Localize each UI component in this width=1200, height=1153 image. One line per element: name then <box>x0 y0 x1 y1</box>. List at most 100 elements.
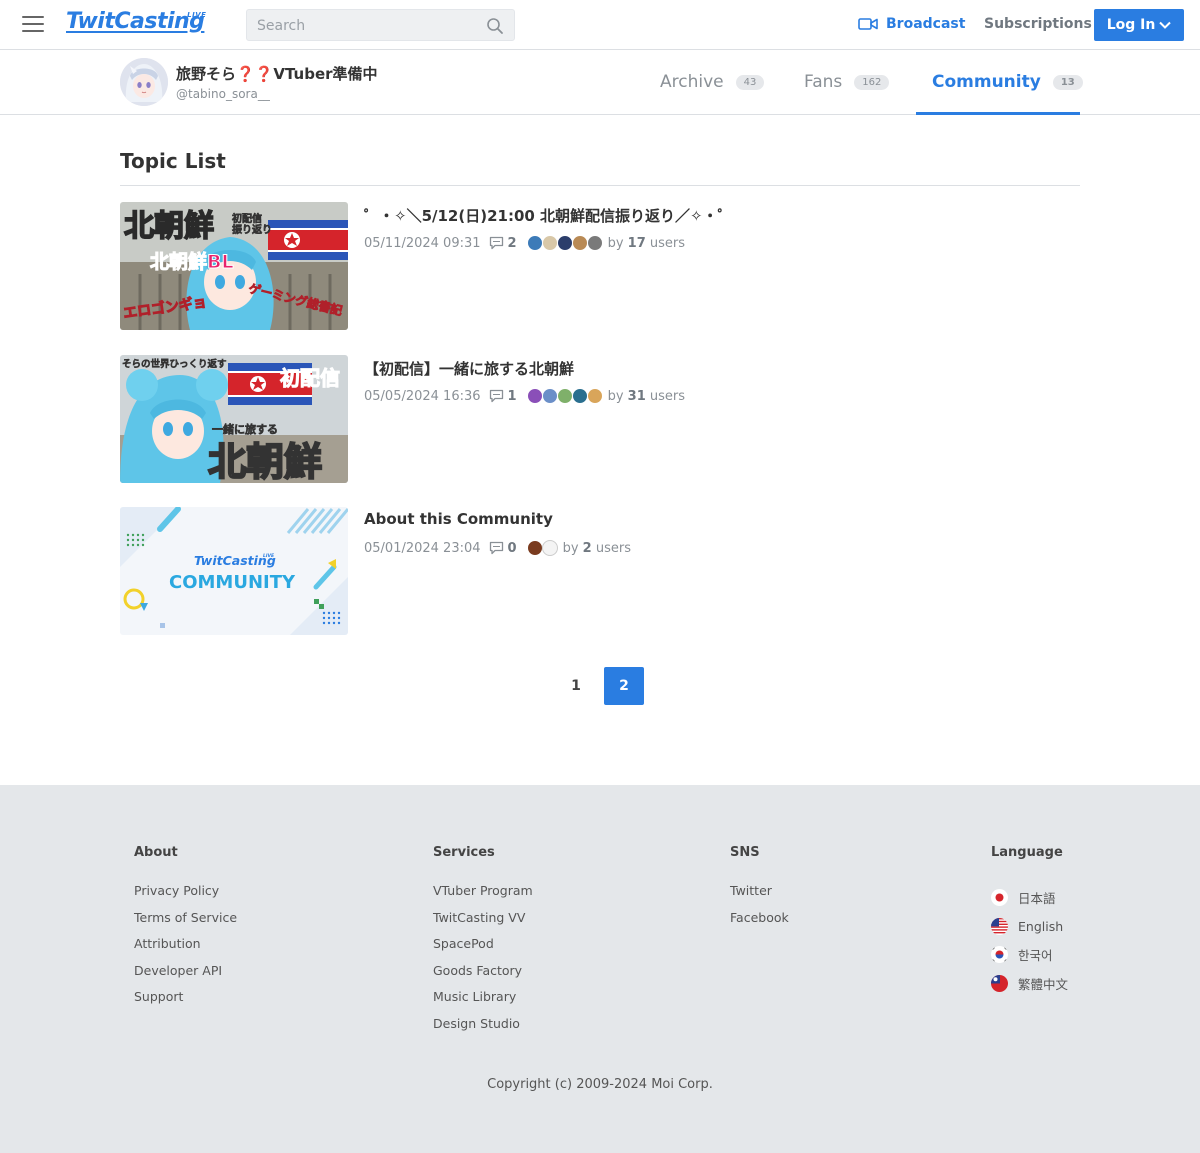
footer-heading: About <box>134 845 178 860</box>
footer-link-goods-factory[interactable]: Goods Factory <box>433 963 533 990</box>
taiwan-flag-icon <box>991 974 1008 992</box>
comment-count: 1 <box>489 389 517 404</box>
tab-community[interactable]: Community 13 <box>916 50 1083 115</box>
users-count: 31 <box>627 388 646 404</box>
footer-link-privacy-policy[interactable]: Privacy Policy <box>134 883 237 910</box>
users-count: 2 <box>582 540 592 556</box>
search-input[interactable] <box>257 16 477 36</box>
language-label: 繁體中文 <box>1018 976 1069 992</box>
topic-title[interactable]: ゜・✧＼5/12(日)21:00 北朝鮮配信振り返り／✧・゜ <box>364 205 733 226</box>
subscriptions-link[interactable]: Subscriptions <box>984 16 1092 32</box>
footer: About Privacy Policy Terms of Service At… <box>0 785 1200 1153</box>
topic-title[interactable]: About this Community <box>364 510 553 528</box>
footer-link-vtuber-program[interactable]: VTuber Program <box>433 883 533 910</box>
copyright: Copyright (c) 2009-2024 Moi Corp. <box>487 1077 713 1092</box>
language-option-traditional-chinese[interactable]: 繁體中文 <box>991 969 1068 998</box>
footer-link-music-library[interactable]: Music Library <box>433 989 533 1016</box>
avatar <box>571 235 588 251</box>
by-label: by <box>607 388 624 404</box>
footer-heading: Services <box>433 845 495 860</box>
topic-item[interactable]: そらの世界ひっくり返す 初配信 一緒に旅する 北朝鮮 【初配信】一緒に旅する北朝… <box>120 355 1080 483</box>
avatar <box>586 388 603 404</box>
language-option-japanese[interactable]: 日本語 <box>991 883 1068 912</box>
participants-summary: by 31 users <box>608 389 685 404</box>
footer-link-attribution[interactable]: Attribution <box>134 936 237 963</box>
topic-thumbnail[interactable]: 北朝鮮 初配信 振り返り 北朝鮮BL エロゴンギョ ゲーミング総書記 <box>120 202 348 330</box>
topic-thumbnail[interactable]: TwitCasting LIVE COMMUNITY <box>120 507 348 635</box>
login-button[interactable]: Log In <box>1094 9 1184 41</box>
footer-link-spacepod[interactable]: SpacePod <box>433 936 533 963</box>
topic-meta: 05/05/2024 16:36 1 by 31 users <box>364 388 685 404</box>
tab-archive[interactable]: Archive 43 <box>660 50 765 114</box>
comment-icon <box>489 389 503 403</box>
topic-item[interactable]: TwitCasting LIVE COMMUNITY About this Co… <box>120 507 1080 635</box>
thumb-text: 北朝鮮 <box>124 209 214 244</box>
comment-icon <box>489 236 503 250</box>
footer-link-twitcasting-vv[interactable]: TwitCasting VV <box>433 910 533 937</box>
thumb-text: 振り返り <box>232 223 272 236</box>
avatar <box>526 540 543 556</box>
language-label: 한국어 <box>1018 948 1053 964</box>
topic-thumbnail[interactable]: そらの世界ひっくり返す 初配信 一緒に旅する 北朝鮮 <box>120 355 348 483</box>
japan-flag-icon <box>991 888 1008 906</box>
pagination-page-1[interactable]: 1 <box>556 667 596 705</box>
thumb-text: LIVE <box>263 553 275 559</box>
users-label: users <box>649 235 686 251</box>
pagination-page-2[interactable]: 2 <box>604 667 644 705</box>
topic-item[interactable]: 北朝鮮 初配信 振り返り 北朝鮮BL エロゴンギョ ゲーミング総書記 ゜・✧＼5… <box>120 202 1080 330</box>
users-label: users <box>649 388 686 404</box>
footer-link-twitter[interactable]: Twitter <box>730 883 789 910</box>
chevron-down-icon <box>1159 21 1172 29</box>
footer-link-design-studio[interactable]: Design Studio <box>433 1016 533 1043</box>
login-label: Log In <box>1106 17 1156 33</box>
participant-avatars <box>526 540 558 556</box>
footer-sns-column: SNS Twitter Facebook <box>730 845 789 936</box>
thumb-text: 北朝鮮 <box>208 440 322 483</box>
thumb-text: 一緒に旅する <box>212 422 278 436</box>
thumb-text: COMMUNITY <box>169 572 296 593</box>
search-icon[interactable] <box>486 17 504 35</box>
comment-count: 2 <box>489 236 517 251</box>
language-label: 日本語 <box>1018 890 1056 906</box>
language-option-english[interactable]: English <box>991 912 1068 941</box>
avatar[interactable] <box>120 58 168 106</box>
menu-icon[interactable] <box>22 16 44 34</box>
language-option-korean[interactable]: 한국어 <box>991 940 1068 969</box>
by-label: by <box>562 540 579 556</box>
tab-community-label: Community <box>932 72 1041 92</box>
avatar <box>571 388 588 404</box>
topic-meta: 05/11/2024 09:31 2 by 17 users <box>364 235 685 251</box>
thumb-text: 初配信 <box>280 366 340 390</box>
footer-link-developer-api[interactable]: Developer API <box>134 963 237 990</box>
users-label: users <box>595 540 631 556</box>
profile-handle: @tabino_sora__ <box>176 87 270 101</box>
participant-avatars <box>526 388 603 404</box>
profile-bar: 旅野そら❓❓VTuber準備中 @tabino_sora__ Archive 4… <box>0 50 1200 115</box>
topic-title[interactable]: 【初配信】一緒に旅する北朝鮮 <box>364 358 574 379</box>
thumb-text: そらの世界ひっくり返す <box>122 358 227 370</box>
footer-link-terms[interactable]: Terms of Service <box>134 910 237 937</box>
participants-summary: by 17 users <box>608 236 685 251</box>
tab-community-count: 13 <box>1052 74 1083 90</box>
footer-services-column: Services VTuber Program TwitCasting VV S… <box>433 845 533 1042</box>
comment-count-value: 0 <box>507 540 517 556</box>
divider <box>120 185 1080 186</box>
avatar <box>556 235 573 251</box>
avatar <box>541 388 558 404</box>
footer-link-support[interactable]: Support <box>134 989 237 1016</box>
footer-language-column: Language 日本語 English 한국어 繁體中文 <box>991 845 1068 998</box>
participants-summary: by 2 users <box>563 541 631 556</box>
video-camera-icon <box>858 18 878 30</box>
avatar <box>526 235 543 251</box>
footer-about-column: About Privacy Policy Terms of Service At… <box>134 845 237 1016</box>
footer-link-facebook[interactable]: Facebook <box>730 910 789 937</box>
broadcast-button[interactable]: Broadcast <box>858 16 965 32</box>
topic-meta: 05/01/2024 23:04 0 by 2 users <box>364 540 631 556</box>
twitcasting-logo[interactable]: TwitCasting LIVE <box>66 9 206 34</box>
comment-count: 0 <box>489 541 517 556</box>
tab-fans[interactable]: Fans 162 <box>804 50 890 114</box>
us-flag-icon <box>991 917 1008 935</box>
profile-name[interactable]: 旅野そら❓❓VTuber準備中 <box>176 63 378 84</box>
tab-fans-label: Fans <box>804 72 843 92</box>
topic-date: 05/11/2024 09:31 <box>364 235 481 251</box>
